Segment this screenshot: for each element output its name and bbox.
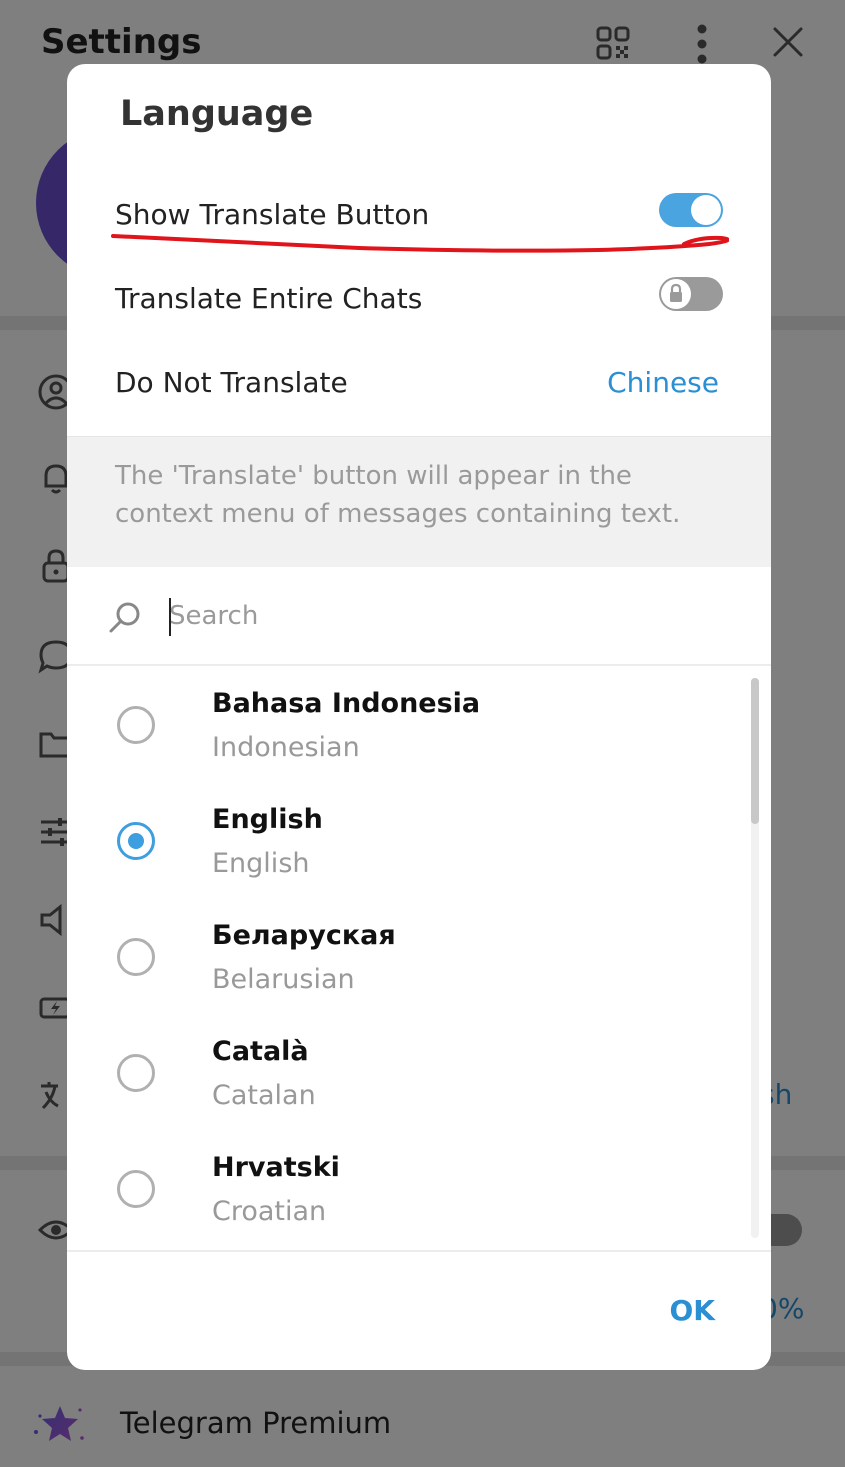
lock-icon: [670, 283, 682, 302]
ok-button[interactable]: OK: [670, 1294, 716, 1327]
language-dialog: Language Show Translate Button Translate…: [67, 64, 771, 1370]
language-english-name: Indonesian: [212, 732, 360, 763]
toggle-knob: [691, 195, 721, 225]
search-bar: [67, 566, 771, 666]
radio-button[interactable]: [117, 1170, 155, 1208]
scrollbar-thumb[interactable]: [751, 678, 759, 824]
do-not-translate-value[interactable]: Chinese: [607, 366, 719, 399]
radio-button[interactable]: [117, 938, 155, 976]
language-native-name: English: [212, 804, 323, 835]
language-item-catalan[interactable]: Català Catalan: [67, 1014, 747, 1130]
search-input[interactable]: [167, 590, 731, 642]
text-caret: [169, 598, 171, 636]
radio-dot: [128, 833, 144, 849]
language-english-name: Belarusian: [212, 964, 355, 995]
language-native-name: Bahasa Indonesia: [212, 688, 481, 719]
language-english-name: English: [212, 848, 310, 879]
language-item-indonesian[interactable]: Bahasa Indonesia Indonesian: [67, 666, 747, 782]
language-english-name: Catalan: [212, 1080, 316, 1111]
language-native-name: Hrvatski: [212, 1152, 340, 1183]
translate-info-text: The 'Translate' button will appear in th…: [115, 461, 681, 529]
translate-chats-label: Translate Entire Chats: [115, 282, 423, 315]
language-item-english[interactable]: English English: [67, 782, 747, 898]
translate-entire-chats-row[interactable]: Translate Entire Chats: [67, 268, 771, 338]
dialog-footer: OK: [67, 1250, 771, 1370]
red-underline-annotation: [111, 234, 729, 253]
radio-button-selected[interactable]: [117, 822, 155, 860]
radio-button[interactable]: [117, 706, 155, 744]
language-item-belarusian[interactable]: Беларуская Belarusian: [67, 898, 747, 1014]
language-item-croatian[interactable]: Hrvatski Croatian: [67, 1130, 747, 1246]
translate-info-box: The 'Translate' button will appear in th…: [67, 436, 771, 567]
language-english-name: Croatian: [212, 1196, 327, 1227]
do-not-translate-label: Do Not Translate: [115, 366, 348, 399]
search-icon: [109, 602, 140, 633]
language-list[interactable]: Bahasa Indonesia Indonesian English Engl…: [67, 666, 771, 1250]
dialog-title: Language: [120, 94, 314, 134]
language-native-name: Беларуская: [212, 920, 396, 951]
radio-button[interactable]: [117, 1054, 155, 1092]
language-native-name: Català: [212, 1036, 309, 1067]
do-not-translate-row[interactable]: Do Not Translate Chinese: [67, 352, 771, 422]
toggle-knob: [661, 279, 691, 309]
translate-chats-toggle[interactable]: [659, 277, 723, 311]
show-translate-toggle[interactable]: [659, 193, 723, 227]
